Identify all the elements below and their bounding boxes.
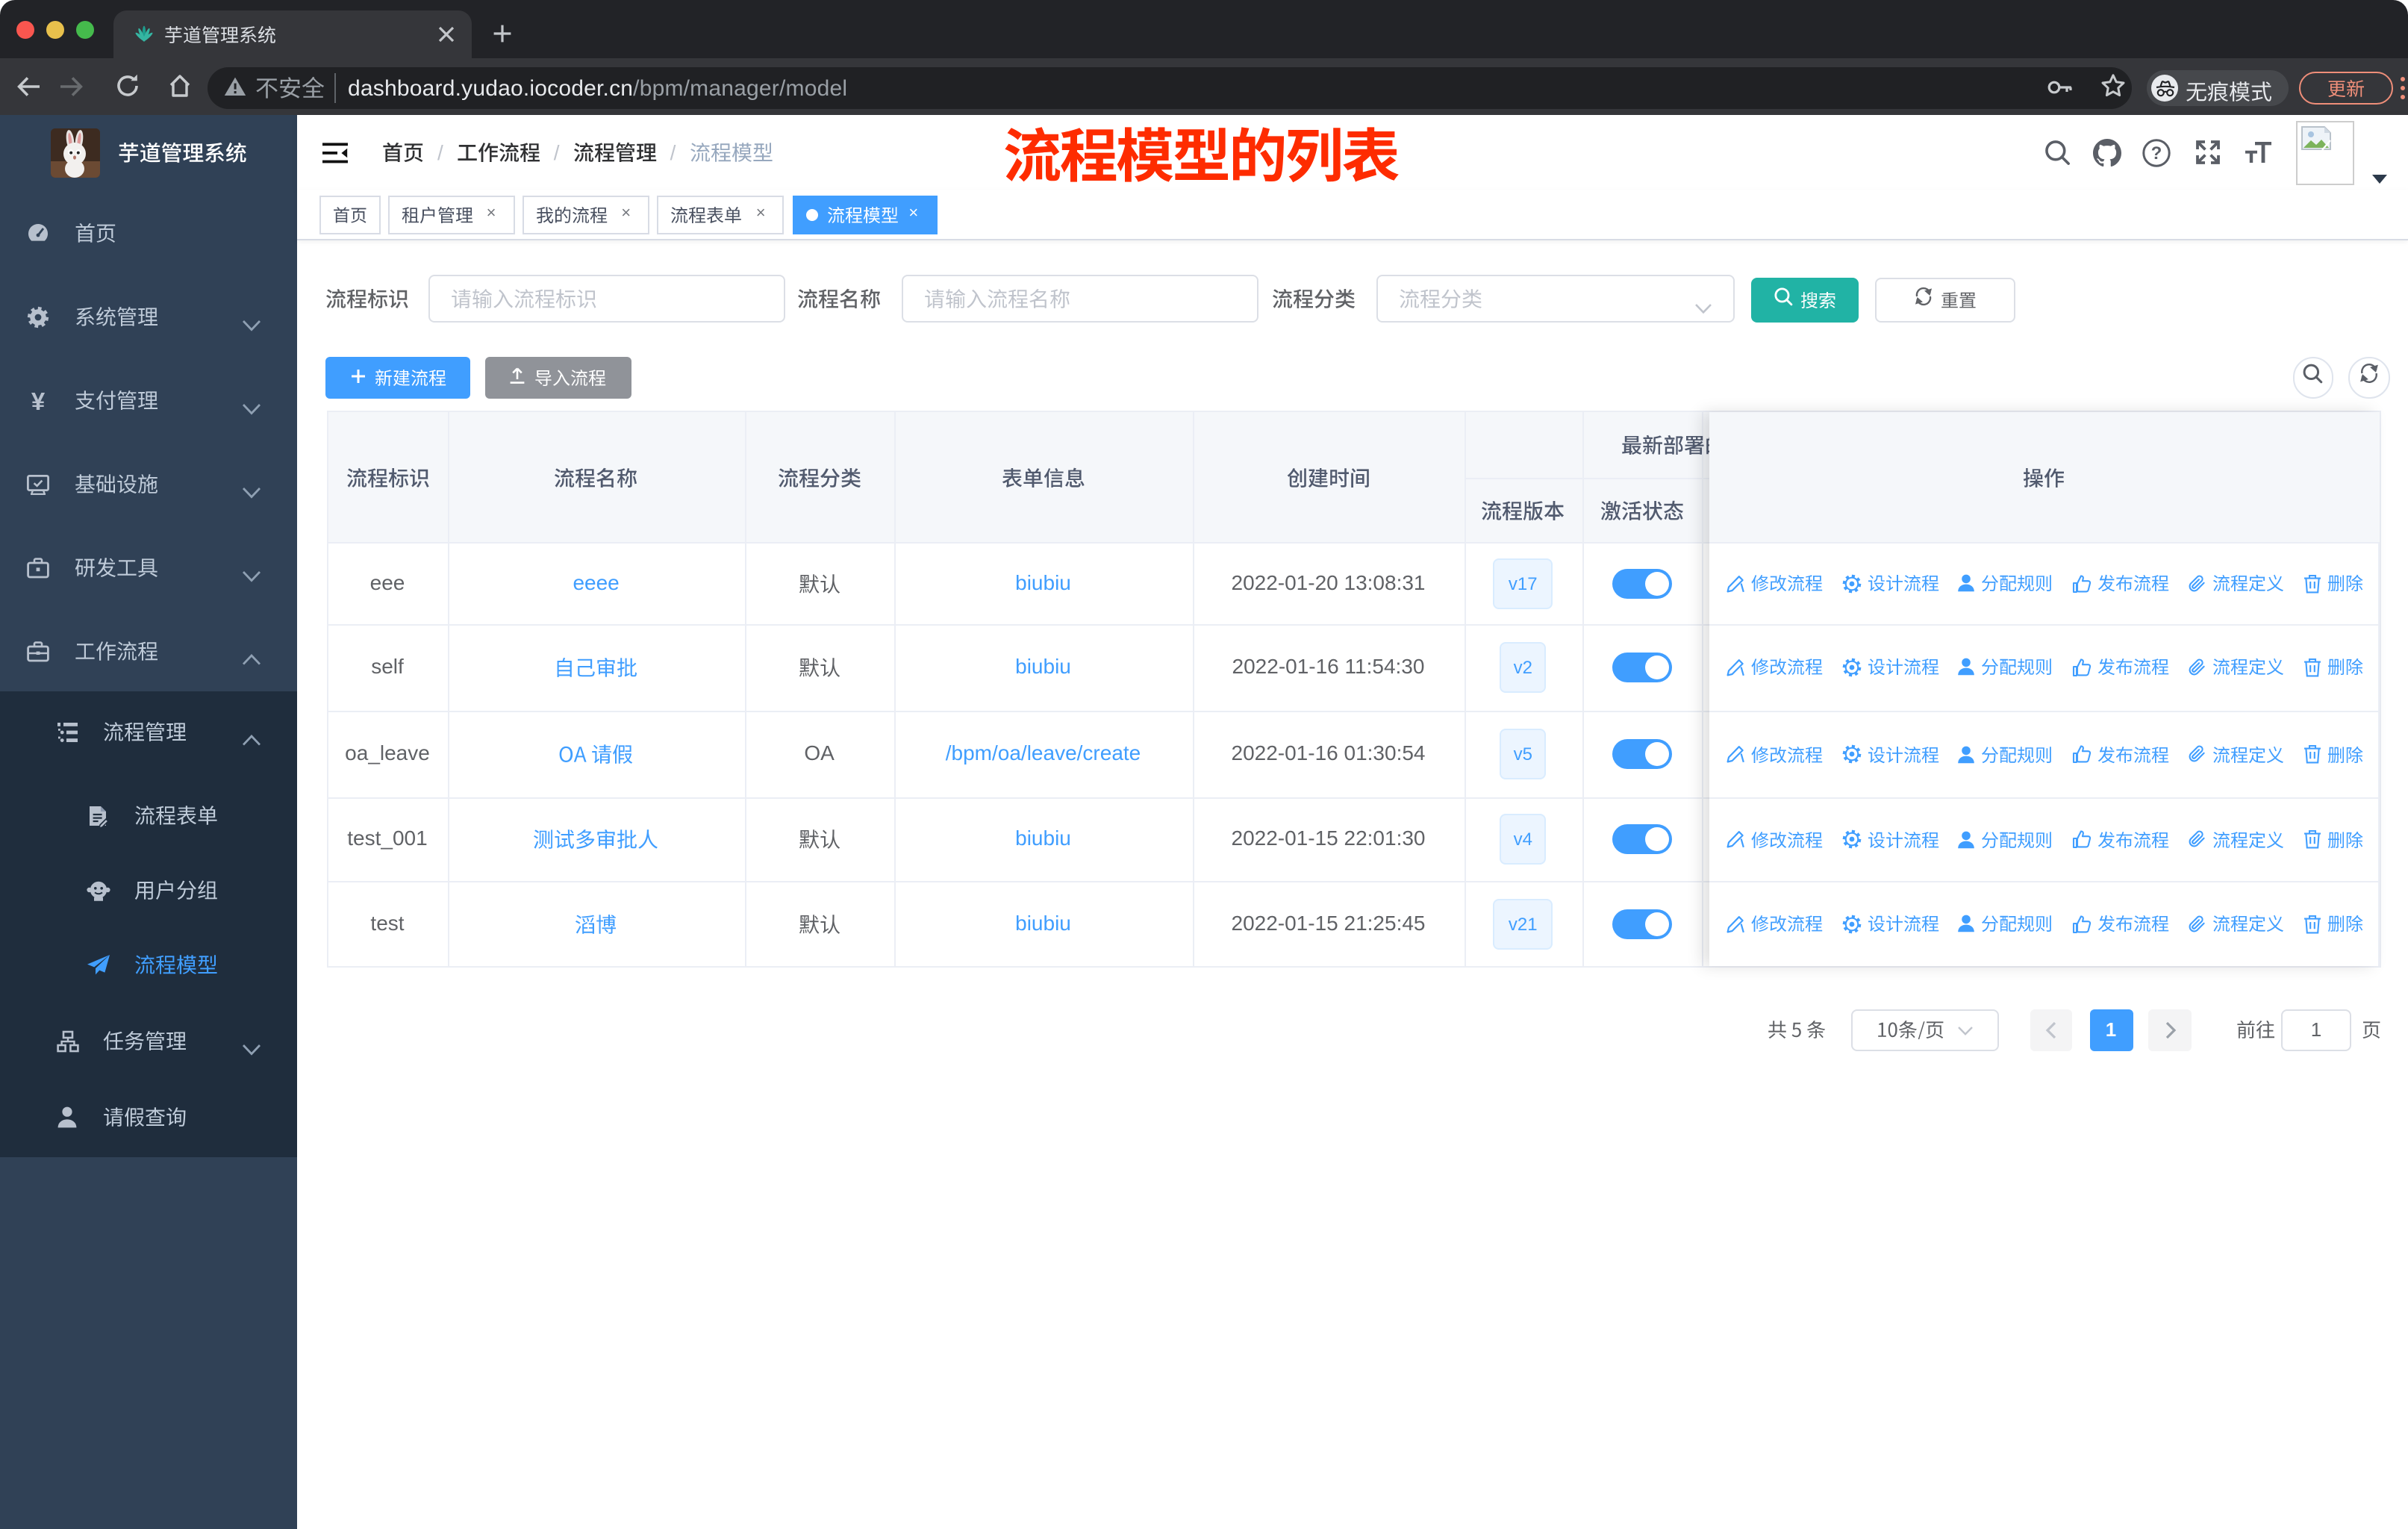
svg-text:?: ? <box>2151 143 2162 164</box>
svg-text:¥: ¥ <box>31 389 45 411</box>
